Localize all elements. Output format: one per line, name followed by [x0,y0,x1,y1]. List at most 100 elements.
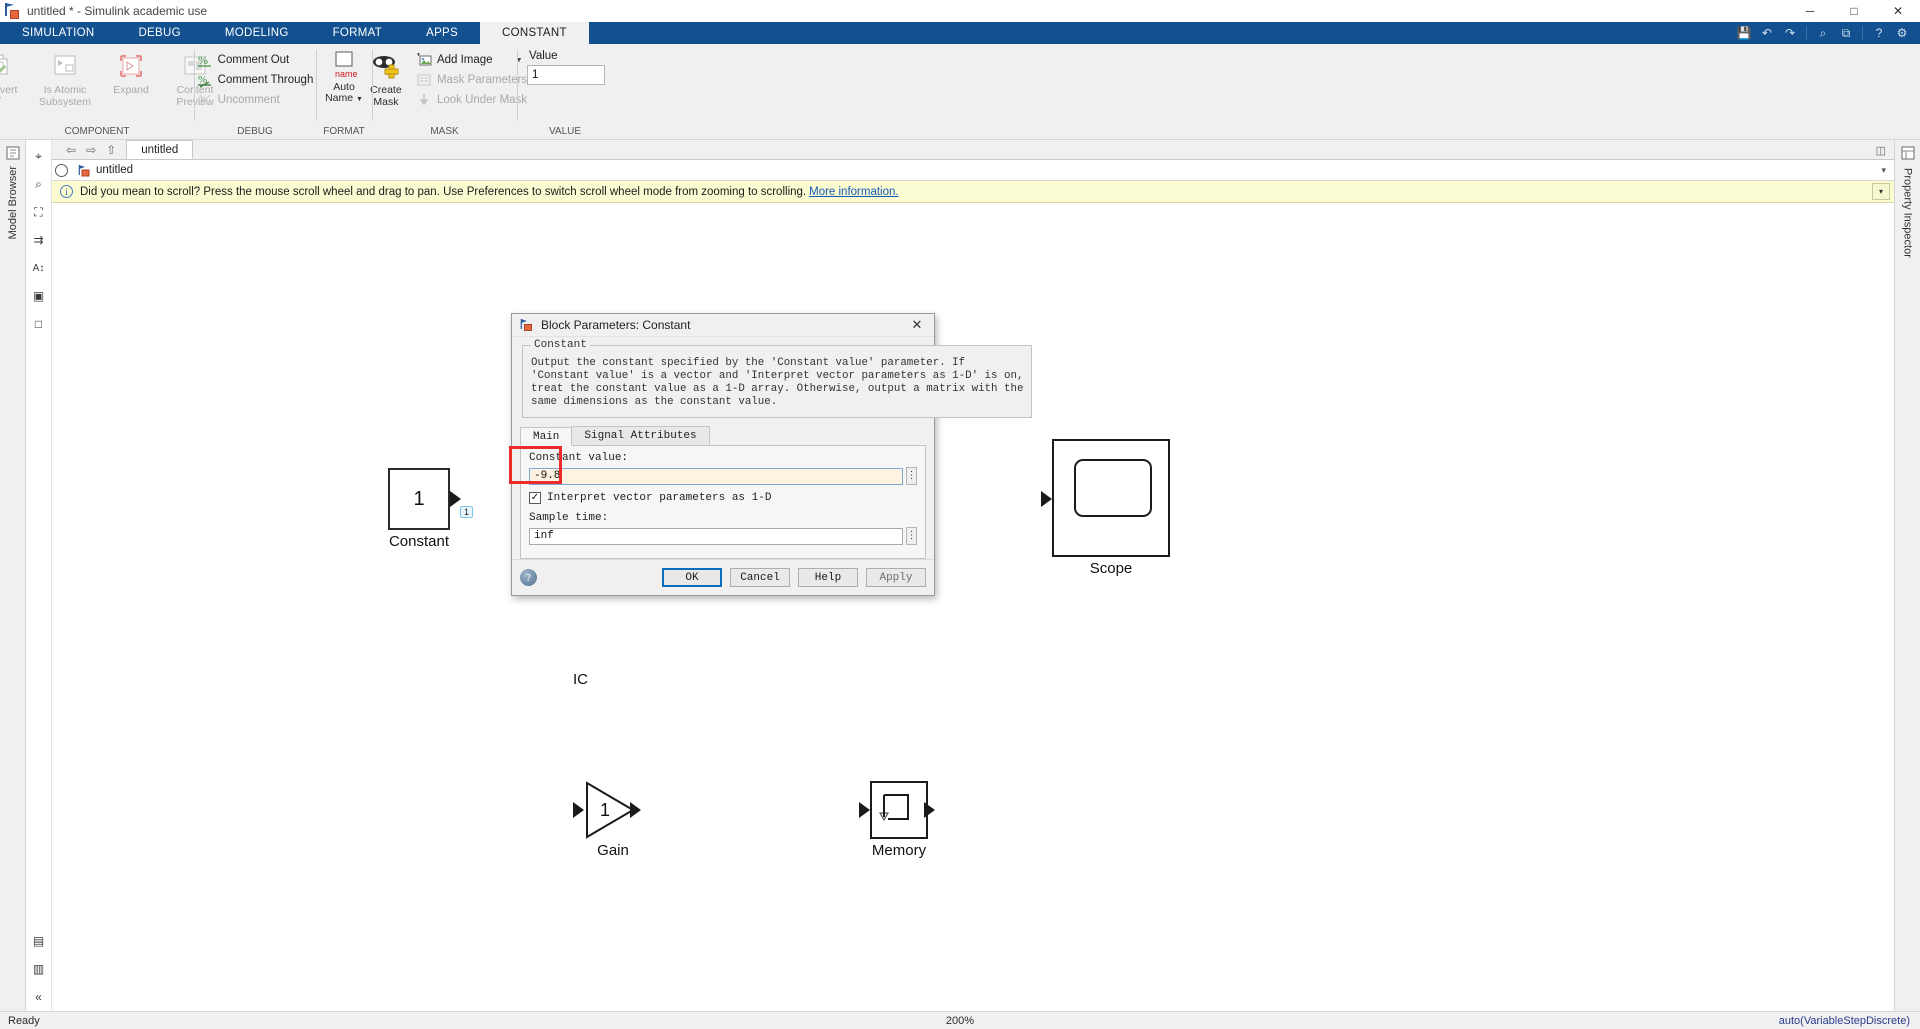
canvas-text-ic[interactable]: IC [573,671,588,688]
create-mask-button[interactable]: Create Mask [359,48,413,108]
zoom-level-icon[interactable] [55,164,68,177]
back-arrow-icon[interactable]: ⇦ [66,143,76,157]
zoom-icon[interactable]: ⌕ [29,174,49,194]
dialog-tab-bar: Main Signal Attributes [520,426,926,446]
uncomment-button[interactable]: % Uncomment [194,90,317,110]
sample-time-input[interactable] [529,527,903,545]
ic-label: IC [573,671,588,688]
arrow-icon[interactable]: ⇉ [29,230,49,250]
redo-icon[interactable]: ↷ [1780,24,1800,42]
tab-simulation[interactable]: SIMULATION [0,22,116,44]
layout-icon[interactable]: ◫ [1868,144,1894,159]
scope-input-port[interactable] [1041,491,1052,507]
comment-out-button[interactable]: % Comment Out [194,50,317,70]
property-inspector-label: Property Inspector [1901,168,1914,258]
help-icon[interactable]: ? [1869,24,1889,42]
property-inspector-rail[interactable]: Property Inspector [1894,140,1920,1011]
sample-time-selector-button[interactable]: ⋮ [906,527,917,545]
save-icon[interactable]: 💾 [1734,24,1754,42]
block-constant[interactable]: 1 1 Constant [384,464,474,550]
tab-debug[interactable]: DEBUG [116,22,202,44]
dialog-close-button[interactable]: ✕ [904,315,930,336]
constant-block-body[interactable]: 1 [388,468,450,530]
block-gain[interactable]: 1 Gain [573,781,642,859]
tab-format[interactable]: FORMAT [311,22,405,44]
chevron-down-icon-breadcrumb[interactable]: ▾ [1881,165,1886,176]
convert-label: Convert [0,84,18,96]
settings-icon[interactable]: ⚙ [1892,24,1912,42]
block-parameters-dialog[interactable]: Block Parameters: Constant ✕ Constant Ou… [509,313,1033,596]
interpret-vector-row[interactable]: ✓ Interpret vector parameters as 1-D [529,492,917,504]
title-bar: untitled * - Simulink academic use ─ □ ✕ [0,0,1920,22]
chevron-down-icon-notification[interactable]: ▾ [1872,183,1890,200]
apply-button[interactable]: Apply [866,568,926,587]
constant-output-port[interactable] [450,491,461,507]
mask-parameters-label: Mask Parameters [436,74,528,86]
simulink-block-icon [520,318,534,332]
up-arrow-icon[interactable]: ⇧ [106,143,116,157]
zoom-icon[interactable]: ⌕ [1813,24,1833,42]
breadcrumb: untitled ▾ [52,160,1894,181]
constant-value-selector-button[interactable]: ⋮ [906,467,917,485]
interpret-vector-checkbox[interactable]: ✓ [529,492,541,504]
dialog-footer: ? OK Cancel Help Apply [512,559,934,595]
cancel-button[interactable]: Cancel [730,568,790,587]
dialog-tab-main[interactable]: Main [520,427,573,446]
help-circle-icon[interactable]: ? [520,569,537,586]
image-icon[interactable]: ▣ [29,286,49,306]
simulink-canvas[interactable]: 1 1 Constant Scope IC 1 Gain Memory Bloc… [52,203,1894,1011]
collapse-icon[interactable]: « [29,987,49,1007]
dialog-tab-signal-attributes[interactable]: Signal Attributes [571,426,710,445]
memory-output-port[interactable] [924,802,935,818]
ribbon-group-label-mask: MASK [430,126,459,137]
gain-output-port[interactable] [630,802,641,818]
comment-through-button[interactable]: % Comment Through [194,70,317,90]
zoom-fit-icon[interactable]: ⌖ [29,146,49,166]
model-browser-rail[interactable]: Model Browser [0,140,26,1011]
notification-bar: i Did you mean to scroll? Press the mous… [52,181,1894,203]
name-tag-icon: name [328,50,360,80]
close-button[interactable]: ✕ [1876,0,1920,22]
model-tab-untitled[interactable]: untitled [126,140,194,159]
ribbon-group-component: Convert ▼ Is Atomic Subsystem [0,44,214,139]
minimize-button[interactable]: ─ [1788,0,1832,22]
tab-constant[interactable]: CONSTANT [479,22,589,44]
add-image-button[interactable]: Add Image ▼ [413,50,530,70]
convert-button[interactable]: Convert ▼ [0,48,31,103]
tab-modeling[interactable]: MODELING [203,22,311,44]
constant-block-label: Constant [388,533,450,550]
tab-apps[interactable]: APPS [404,22,480,44]
memory-block-body[interactable] [870,781,928,839]
help-button[interactable]: Help [798,568,858,587]
memory-input-port[interactable] [859,802,870,818]
model-browser-label: Model Browser [6,166,19,240]
area-icon[interactable]: □ [29,314,49,334]
chevron-down-icon[interactable]: ▼ [0,96,2,103]
link-icon[interactable]: ⧉ [1836,24,1856,42]
quick-access-toolbar: 💾 ↶ ↷ ⌕ ⧉ ? ⚙ [1734,22,1920,44]
constant-value-input[interactable] [529,467,903,485]
notification-text: Did you mean to scroll? Press the mouse … [80,185,807,198]
auto-name-label: Auto Name ▼ [325,81,363,104]
camera-icon[interactable]: ▤ [29,931,49,951]
model-tab-bar: ⇦ ⇨ ⇧ untitled ◫ [52,140,1894,160]
mask-parameters-button[interactable]: Mask Parameters [413,70,530,90]
more-information-link[interactable]: More information. [809,186,898,198]
block-scope[interactable]: Scope [1041,439,1170,577]
gain-input-port[interactable] [573,802,584,818]
expand-button[interactable]: Expand [99,48,163,96]
table-icon[interactable]: ▥ [29,959,49,979]
scope-block-body[interactable] [1052,439,1170,557]
is-atomic-subsystem-button[interactable]: Is Atomic Subsystem [31,48,99,108]
fit-to-view-icon[interactable]: ⛶ [29,202,49,222]
forward-arrow-icon[interactable]: ⇨ [86,143,96,157]
block-memory[interactable]: Memory [859,781,935,859]
undo-icon[interactable]: ↶ [1757,24,1777,42]
percent-icon: % [197,52,213,68]
editor-area: ⇦ ⇨ ⇧ untitled ◫ untitled ▾ i Did you me… [52,140,1894,1011]
maximize-button[interactable]: □ [1832,0,1876,22]
ok-button[interactable]: OK [662,568,722,587]
look-under-mask-button[interactable]: Look Under Mask [413,90,530,110]
annotation-icon[interactable]: A↕ [29,258,49,278]
value-input[interactable] [527,65,605,85]
